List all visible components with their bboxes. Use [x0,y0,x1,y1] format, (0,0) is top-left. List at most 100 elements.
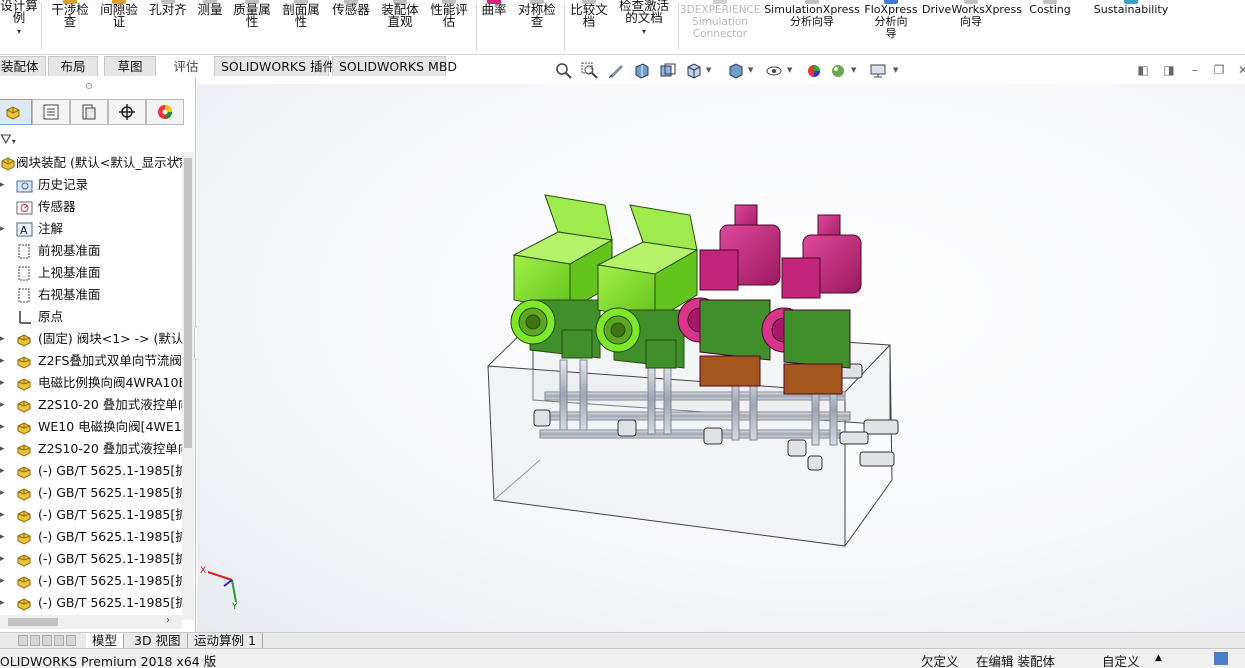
tab-3d-view[interactable]: 3D 视图 [128,633,188,649]
display-style-icon[interactable] [725,60,747,82]
edit-appearance-icon[interactable] [803,60,825,82]
minimize-icon[interactable]: – [1187,62,1203,78]
view-settings-icon[interactable] [867,60,889,82]
tree-item[interactable]: ▸ Z2FS叠加式双单向节流阀[Z [0,350,182,372]
chevron-up-icon[interactable]: ▲ [1155,653,1162,663]
tab-sketch[interactable]: 草图 [104,56,156,76]
expand-arrow-icon[interactable]: ▸ [0,548,5,570]
tab-layout[interactable]: 布局 [48,56,98,76]
performance-evaluation-button[interactable]: 性能评 估 [426,0,472,28]
close-icon[interactable]: ✕ [1235,62,1245,78]
expand-arrow-icon[interactable]: ▸ [0,504,5,526]
section-view-icon[interactable] [631,60,653,82]
tab-model[interactable]: 模型 [86,633,125,649]
viewport-prev-icon[interactable]: ◧ [1135,62,1151,78]
tab-solidworks-addins[interactable]: SOLIDWORKS 插件 [214,56,335,76]
3dexperience-simulation-connector-button[interactable]: 3DEXPERIENCE Simulation Connector [680,0,760,40]
hide-show-items-icon[interactable] [763,60,785,82]
tree-item[interactable]: ▸ (固定) 阀块<1> -> (默认< [0,328,182,350]
previous-view-icon[interactable] [605,60,627,82]
tree-item[interactable]: 传感器 [0,196,182,218]
chevron-down-icon[interactable]: ▼ [787,66,792,74]
section-properties-button[interactable]: 剖面属 性 [278,0,324,28]
collapse-up-icon[interactable]: ^ [174,152,182,174]
expand-arrow-icon[interactable]: ▸ [0,218,5,240]
driveworksxpress-button[interactable]: DriveWorksXpress 向导 [922,0,1022,28]
expand-arrow-icon[interactable]: ▸ [0,350,5,372]
chevron-down-icon[interactable]: ▼ [706,66,711,74]
tree-item[interactable]: ▸ A 注解 [0,218,182,240]
ribbon-design-study-button[interactable]: 设计算 例 ▾ [0,0,38,38]
scrollbar-thumb[interactable] [184,158,192,448]
unit-system-button[interactable]: 自定义 [1102,651,1140,668]
hole-alignment-button[interactable]: 孔对齐 [146,0,190,16]
tab-assembly[interactable]: 装配体 [0,56,46,76]
help-icon[interactable] [1214,652,1228,665]
measure-button[interactable]: 测量 [194,0,226,16]
next-tab-button[interactable] [42,635,52,646]
tree-horizontal-scrollbar[interactable]: › [0,615,182,629]
expand-arrow-icon[interactable]: ▸ [0,372,5,394]
tree-item[interactable]: ▸ (-) GB/T 5625.1-1985[扩口 [0,592,182,612]
scroll-tab-button[interactable] [66,635,76,646]
expand-arrow-icon[interactable]: ▸ [0,416,5,438]
chevron-down-icon[interactable]: ▼ [893,66,898,74]
graphics-area[interactable] [197,84,1245,632]
chevron-down-icon[interactable]: ▼ [851,66,856,74]
check-active-document-button[interactable]: 检查激活 的文档 ▾ [614,0,674,38]
configurationmanager-tab[interactable] [70,99,108,125]
tree-item[interactable]: 前视基准面 [0,240,182,262]
featuremanager-tab[interactable] [0,99,32,125]
tree-item[interactable]: ▸ (-) GB/T 5625.1-1985[扩口 [0,548,182,570]
tree-item[interactable]: 原点 [0,306,182,328]
chevron-right-icon[interactable]: › [166,615,170,626]
apply-scene-icon[interactable] [827,60,849,82]
displaymanager-tab[interactable] [146,99,184,125]
expand-arrow-icon[interactable]: ▸ [0,482,5,504]
zoom-to-fit-icon[interactable] [553,60,575,82]
dynamic-annotation-views-icon[interactable] [657,60,679,82]
scrollbar-thumb[interactable] [8,618,58,626]
sensor-button[interactable]: 传感器 [328,0,374,16]
valve-block-assembly-model[interactable] [197,84,1245,632]
first-tab-button[interactable] [18,635,28,646]
floxpress-button[interactable]: FloXpress 分析向 导 [864,0,918,40]
restore-icon[interactable]: ❐ [1211,62,1227,78]
expand-arrow-icon[interactable]: ▸ [0,526,5,548]
panel-grip-icon[interactable] [86,83,92,89]
simulationxpress-button[interactable]: SimulationXpress 分析向导 [764,0,860,28]
propertymanager-tab[interactable] [32,99,70,125]
expand-arrow-icon[interactable]: ▸ [0,460,5,482]
expand-arrow-icon[interactable]: ▸ [0,394,5,416]
tree-item[interactable]: ▸ (-) GB/T 5625.1-1985[扩口 [0,526,182,548]
clearance-verification-button[interactable]: 间隙验 证 [96,0,142,28]
tree-vertical-scrollbar[interactable] [182,152,194,620]
tree-item[interactable]: ▸ (-) GB/T 5625.1-1985[扩口 [0,460,182,482]
tree-item[interactable]: ▸ Z2S10-20 叠加式液控单向 [0,394,182,416]
tree-item[interactable]: ▸ 历史记录 [0,174,182,196]
view-orientation-icon[interactable] [683,60,705,82]
sustainability-button[interactable]: Sustainability [1092,0,1170,16]
costing-button[interactable]: Costing [1024,0,1076,16]
expand-arrow-icon[interactable]: ▸ [0,592,5,612]
tree-item[interactable]: ▸ (-) GB/T 5625.1-1985[扩口 [0,504,182,526]
compare-documents-button[interactable]: 比较文 档 [566,0,612,28]
expand-arrow-icon[interactable]: ▸ [0,438,5,460]
expand-arrow-icon[interactable]: ▸ [0,174,5,196]
tree-item[interactable]: ▸ (-) GB/T 5625.1-1985[扩口 [0,570,182,592]
tab-motion-study-1[interactable]: 运动算例 1 [188,633,263,649]
tree-item[interactable]: 右视基准面 [0,284,182,306]
dimxpertmanager-tab[interactable] [108,99,146,125]
last-tab-button[interactable] [54,635,64,646]
tab-solidworks-mbd[interactable]: SOLIDWORKS MBD [332,56,457,76]
assembly-visualization-button[interactable]: 装配体 直观 [378,0,422,28]
previous-tab-button[interactable] [30,635,40,646]
tree-item[interactable]: ▸ 电磁比例换向阀4WRA10E [0,372,182,394]
expand-arrow-icon[interactable]: ▸ [0,570,5,592]
expand-arrow-icon[interactable]: ▸ [0,328,5,350]
tree-item[interactable]: 上视基准面 [0,262,182,284]
tree-root-assembly[interactable]: 阀块装配 (默认<默认_显示状态 ^ [0,152,182,174]
chevron-down-icon[interactable]: ▼ [748,66,753,74]
tab-evaluate[interactable]: 评估 [160,56,212,76]
tree-item[interactable]: ▸ WE10 电磁换向阀[4WE10 [0,416,182,438]
